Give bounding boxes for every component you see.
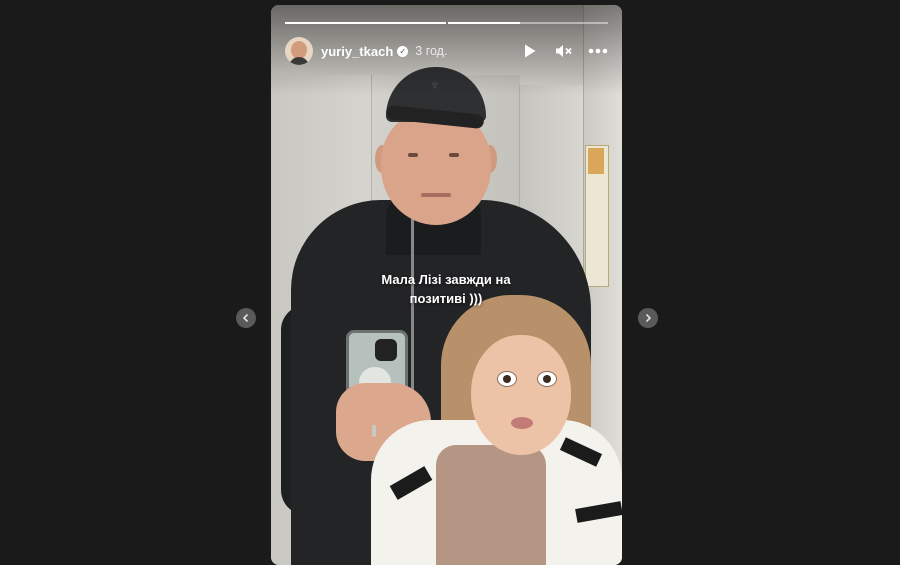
next-story-button[interactable] (638, 308, 658, 328)
progress-segment (447, 22, 608, 24)
caption-line: Мала Лізі завжди на (381, 272, 511, 287)
username-link[interactable]: yuriy_tkach (321, 44, 393, 59)
story-controls (520, 41, 608, 61)
previous-story-button[interactable] (236, 308, 256, 328)
muted-speaker-icon (556, 45, 572, 57)
progress-segment (285, 22, 446, 24)
play-icon (525, 44, 536, 58)
verified-badge-icon: ✓ (397, 45, 409, 57)
caption-line: позитиві ))) (409, 291, 483, 306)
more-options-button[interactable] (588, 41, 608, 61)
play-button[interactable] (520, 41, 540, 61)
story-header: yuriy_tkach ✓ 3 год. (285, 37, 608, 65)
more-horizontal-icon (588, 48, 608, 54)
story-viewer[interactable]: ♆ yuriy_tkach ✓ 3 год. (271, 5, 622, 565)
avatar[interactable] (285, 37, 313, 65)
chevron-right-icon (645, 313, 652, 323)
story-progress-bar (285, 22, 608, 24)
story-caption: Мала Лізі завжди на позитиві ))) (331, 270, 561, 308)
elevator-notice-sign (585, 145, 609, 287)
chevron-left-icon (242, 313, 249, 323)
mute-button[interactable] (554, 41, 574, 61)
story-timestamp: 3 год. (415, 44, 448, 58)
